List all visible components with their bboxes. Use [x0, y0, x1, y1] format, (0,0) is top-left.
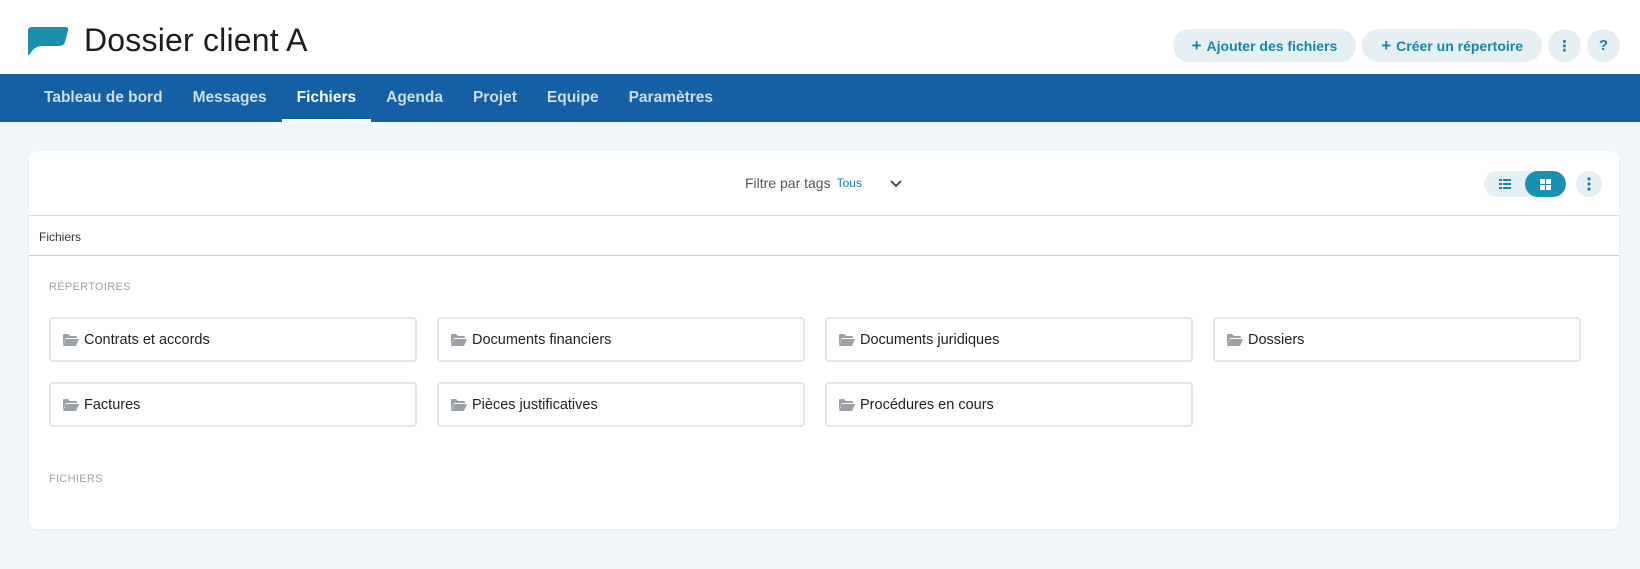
folder-label: Documents juridiques: [860, 331, 1000, 348]
files-card: Filtre par tags Tous Fichiers RÉPERTOIRE…: [29, 151, 1619, 529]
folder-open-icon: [451, 333, 467, 346]
help-icon: ?: [1598, 37, 1609, 54]
speech-bubble-logo: [28, 27, 69, 56]
folder-label: Pièces justificatives: [472, 396, 598, 413]
folder-label: Procédures en cours: [860, 396, 994, 413]
page-title: Dossier client A: [84, 22, 308, 58]
files-section-title: FICHIERS: [49, 473, 103, 485]
folder-open-icon: [451, 398, 467, 411]
vertical-dots-icon: ⋮: [1557, 37, 1572, 55]
folder-label: Factures: [84, 396, 141, 413]
folder-label: Documents financiers: [472, 331, 612, 348]
breadcrumb-bar: Fichiers: [29, 216, 1619, 256]
top-bar: Dossier client A + Ajouter des fichiers …: [0, 0, 1640, 74]
filter-label: Filtre par tags: [745, 175, 831, 191]
folder-open-icon: [839, 398, 855, 411]
add-files-button[interactable]: + Ajouter des fichiers: [1172, 29, 1357, 62]
tab-parametres[interactable]: Paramètres: [614, 74, 728, 122]
folder-tile[interactable]: Dossiers: [1213, 317, 1581, 362]
create-folder-label: Créer un répertoire: [1396, 37, 1523, 54]
folders-section-title: RÉPERTOIRES: [49, 281, 131, 293]
folder-tile[interactable]: Documents juridiques: [825, 317, 1193, 362]
filter-toolbar: Filtre par tags Tous: [29, 151, 1619, 216]
tag-filter-dropdown[interactable]: Filtre par tags Tous: [745, 175, 902, 191]
folder-open-icon: [63, 398, 79, 411]
folder-label: Dossiers: [1248, 331, 1305, 348]
help-button[interactable]: ?: [1587, 29, 1620, 62]
folder-open-icon: [1227, 333, 1243, 346]
folder-open-icon: [839, 333, 855, 346]
create-folder-button[interactable]: + Créer un répertoire: [1362, 29, 1542, 62]
folder-tile[interactable]: Pièces justificatives: [437, 382, 805, 427]
folder-tile[interactable]: Contrats et accords: [49, 317, 417, 362]
more-options-button[interactable]: ⋮: [1548, 29, 1581, 62]
tab-fichiers[interactable]: Fichiers: [281, 74, 372, 122]
folder-tile[interactable]: Documents financiers: [437, 317, 805, 362]
view-toggle: [1484, 171, 1566, 197]
plus-icon: +: [1381, 35, 1392, 55]
folder-tile[interactable]: Factures: [49, 382, 417, 427]
chevron-down-icon: [890, 180, 902, 188]
folder-open-icon: [63, 333, 79, 346]
folder-tile[interactable]: Procédures en cours: [825, 382, 1193, 427]
folder-label: Contrats et accords: [84, 331, 210, 348]
add-files-label: Ajouter des fichiers: [1206, 37, 1338, 54]
filter-selected-value: Tous: [836, 176, 862, 190]
main-nav: Tableau de bord Messages Fichiers Agenda…: [0, 74, 1640, 122]
breadcrumb[interactable]: Fichiers: [39, 230, 81, 244]
vertical-dots-icon: [1587, 177, 1591, 191]
tab-equipe[interactable]: Equipe: [532, 74, 614, 122]
list-view-icon: [1498, 179, 1511, 189]
list-view-button[interactable]: [1484, 171, 1525, 197]
grid-view-button[interactable]: [1525, 171, 1566, 197]
tab-tableau-de-bord[interactable]: Tableau de bord: [29, 74, 178, 122]
card-more-options-button[interactable]: [1576, 171, 1602, 197]
header-actions: + Ajouter des fichiers + Créer un répert…: [1172, 29, 1620, 62]
tab-projet[interactable]: Projet: [458, 74, 532, 122]
tab-messages[interactable]: Messages: [178, 74, 282, 122]
tab-agenda[interactable]: Agenda: [371, 74, 458, 122]
plus-icon: +: [1191, 35, 1202, 55]
grid-view-icon: [1540, 178, 1551, 190]
